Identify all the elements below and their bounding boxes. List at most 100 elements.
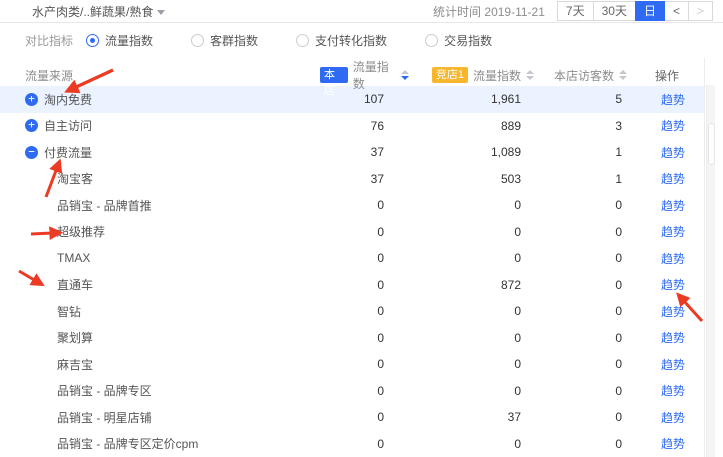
sort-icon[interactable]: [619, 70, 627, 80]
visitors-cell: 1: [549, 145, 654, 159]
expand-icon[interactable]: +: [25, 93, 38, 106]
chevron-down-icon: [157, 10, 165, 15]
action-cell: 趋势: [654, 276, 704, 293]
trend-link[interactable]: 趋势: [661, 119, 685, 133]
action-cell: 趋势: [654, 91, 704, 108]
radio-customer-index[interactable]: 客群指数: [191, 32, 258, 49]
table-row: 智钻000趋势: [0, 298, 704, 325]
range-30d-button[interactable]: 30天: [593, 1, 636, 21]
rival-index-cell: 1,089: [409, 145, 549, 159]
action-cell: 趋势: [654, 250, 704, 267]
rival-index-cell: 0: [409, 304, 549, 318]
visitors-cell: 5: [549, 92, 654, 106]
rival-index-cell: 0: [409, 251, 549, 265]
col-visitors-header[interactable]: 本店访客数: [549, 67, 654, 84]
table-row: 品销宝 - 品牌首推000趋势: [0, 192, 704, 219]
own-index-cell: 0: [304, 410, 409, 424]
radio-conversion-index[interactable]: 支付转化指数: [296, 32, 387, 49]
stat-date: 2019-11-21: [484, 5, 545, 19]
sort-icon[interactable]: [401, 70, 409, 80]
own-index-cell: 0: [304, 357, 409, 371]
table-row: 聚划算000趋势: [0, 325, 704, 352]
source-name: 品销宝 - 品牌专区: [57, 382, 152, 399]
rival-index-cell: 0: [409, 225, 549, 239]
source-name: 品销宝 - 品牌首推: [57, 197, 152, 214]
trend-link[interactable]: 趋势: [661, 358, 685, 372]
source-cell: 品销宝 - 明星店铺: [0, 409, 304, 426]
trend-link[interactable]: 趋势: [661, 252, 685, 266]
source-name: 品销宝 - 明星店铺: [57, 409, 152, 426]
scrollbar-thumb[interactable]: [708, 123, 715, 165]
date-controls: 统计时间 2019-11-21 7天 30天 日 < >: [433, 1, 713, 21]
rival-index-cell: 889: [409, 119, 549, 133]
trend-link[interactable]: 趋势: [661, 225, 685, 239]
rival-index-cell: 0: [409, 357, 549, 371]
source-cell: + 淘内免费: [0, 91, 304, 108]
expand-icon[interactable]: +: [25, 119, 38, 132]
source-name: 智钻: [57, 303, 81, 320]
own-index-cell: 0: [304, 437, 409, 451]
collapse-icon[interactable]: −: [25, 146, 38, 159]
radio-icon: [86, 34, 99, 47]
table-row: 品销宝 - 品牌专区定价cpm000趋势: [0, 431, 704, 457]
rival-index-cell: 503: [409, 172, 549, 186]
visitors-cell: 0: [549, 384, 654, 398]
source-cell: 超级推荐: [0, 223, 304, 240]
source-cell: 智钻: [0, 303, 304, 320]
source-name: 淘内免费: [44, 91, 92, 108]
table-row: 品销宝 - 明星店铺0370趋势: [0, 404, 704, 431]
rival-index-cell: 0: [409, 331, 549, 345]
trend-link[interactable]: 趋势: [661, 305, 685, 319]
trend-link[interactable]: 趋势: [661, 172, 685, 186]
trend-link[interactable]: 趋势: [661, 411, 685, 425]
sort-icon[interactable]: [526, 70, 534, 80]
radio-traffic-index[interactable]: 流量指数: [86, 32, 153, 49]
source-cell: 麻吉宝: [0, 356, 304, 373]
visitors-cell: 0: [549, 278, 654, 292]
trend-link[interactable]: 趋势: [661, 384, 685, 398]
own-index-cell: 0: [304, 198, 409, 212]
source-name: 付费流量: [44, 144, 92, 161]
date-range-group: 7天 30天 日 < >: [557, 1, 713, 21]
own-index-cell: 0: [304, 384, 409, 398]
range-7d-button[interactable]: 7天: [557, 1, 594, 21]
next-day-button[interactable]: >: [688, 1, 713, 21]
table-row: 直通车08720趋势: [0, 272, 704, 299]
traffic-source-analysis-page: 水产肉类/..鲜蔬果/熟食 统计时间 2019-11-21 7天 30天 日 <…: [0, 0, 723, 457]
trend-link[interactable]: 趋势: [661, 199, 685, 213]
radio-icon: [296, 34, 309, 47]
rival-index-cell: 0: [409, 437, 549, 451]
trend-link[interactable]: 趋势: [661, 93, 685, 107]
own-index-cell: 0: [304, 304, 409, 318]
category-selector[interactable]: 水产肉类/..鲜蔬果/熟食: [32, 3, 165, 20]
source-name: 麻吉宝: [57, 356, 93, 373]
radio-icon: [425, 34, 438, 47]
radio-trade-index[interactable]: 交易指数: [425, 32, 492, 49]
table-row: 淘宝客375031趋势: [0, 166, 704, 193]
action-cell: 趋势: [654, 356, 704, 373]
visitors-cell: 0: [549, 251, 654, 265]
range-day-button[interactable]: 日: [635, 1, 665, 21]
rival-index-cell: 0: [409, 384, 549, 398]
table-row: TMAX000趋势: [0, 245, 704, 272]
category-selector-label: 水产肉类/..鲜蔬果/熟食: [32, 3, 153, 20]
table-row: 超级推荐000趋势: [0, 219, 704, 246]
rival-index-cell: 1,961: [409, 92, 549, 106]
rival-index-cell: 37: [409, 410, 549, 424]
own-index-cell: 37: [304, 145, 409, 159]
stat-time: 统计时间 2019-11-21: [433, 3, 545, 20]
col-own-index-header[interactable]: 本店 流量指数: [304, 58, 409, 92]
vertical-scrollbar[interactable]: [706, 85, 715, 457]
prev-day-button[interactable]: <: [664, 1, 689, 21]
action-cell: 趋势: [654, 303, 704, 320]
trend-link[interactable]: 趋势: [661, 146, 685, 160]
radio-label: 流量指数: [105, 32, 153, 49]
visitors-cell: 3: [549, 119, 654, 133]
col-rival-index-header[interactable]: 竞店1 流量指数: [409, 67, 549, 84]
trend-link[interactable]: 趋势: [661, 437, 685, 451]
trend-link[interactable]: 趋势: [661, 278, 685, 292]
trend-link[interactable]: 趋势: [661, 331, 685, 345]
source-cell: 品销宝 - 品牌首推: [0, 197, 304, 214]
action-cell: 趋势: [654, 382, 704, 399]
source-name: 品销宝 - 品牌专区定价cpm: [57, 435, 198, 452]
